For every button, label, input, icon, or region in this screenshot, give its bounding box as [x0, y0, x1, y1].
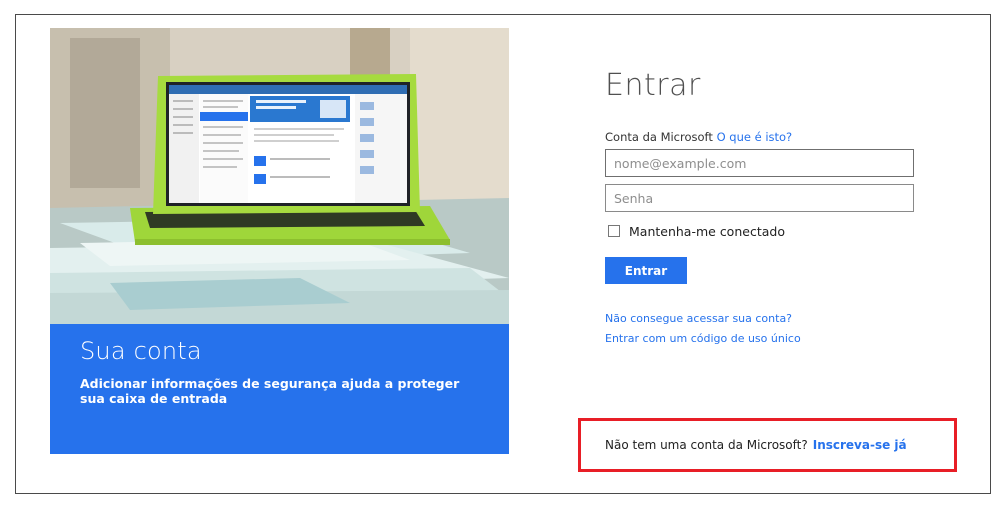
account-label-row: Conta da Microsoft O que é isto?: [605, 130, 925, 144]
remember-label: Mantenha-me conectado: [629, 223, 785, 239]
promo-title: Sua conta: [80, 337, 202, 365]
signup-prompt: Não tem uma conta da Microsoft?: [605, 438, 808, 452]
page-title: Entrar: [605, 68, 701, 103]
what-is-this-link[interactable]: O que é isto?: [717, 130, 793, 144]
signin-button[interactable]: Entrar: [605, 257, 687, 284]
email-input[interactable]: [605, 149, 914, 177]
remember-checkbox[interactable]: [608, 225, 620, 237]
promo-panel: Sua conta Adicionar informações de segur…: [50, 28, 509, 454]
signup-link[interactable]: Inscreva-se já: [813, 438, 907, 452]
promo-laptop-image: [50, 28, 509, 324]
single-use-code-link[interactable]: Entrar com um código de uso único: [605, 332, 925, 346]
signup-highlight-box: Não tem uma conta da Microsoft? Inscreva…: [578, 418, 957, 472]
remember-row: Mantenha-me conectado: [605, 222, 925, 240]
account-label: Conta da Microsoft: [605, 130, 713, 144]
signin-form: Entrar Conta da Microsoft O que é isto? …: [605, 66, 925, 346]
password-input[interactable]: [605, 184, 914, 212]
help-links: Não consegue acessar sua conta? Entrar c…: [605, 312, 925, 346]
promo-description: Adicionar informações de segurança ajuda…: [80, 376, 460, 406]
laptop-photo-illustration: [50, 28, 509, 324]
promo-caption: Sua conta Adicionar informações de segur…: [50, 324, 509, 454]
cant-access-account-link[interactable]: Não consegue acessar sua conta?: [605, 312, 925, 326]
